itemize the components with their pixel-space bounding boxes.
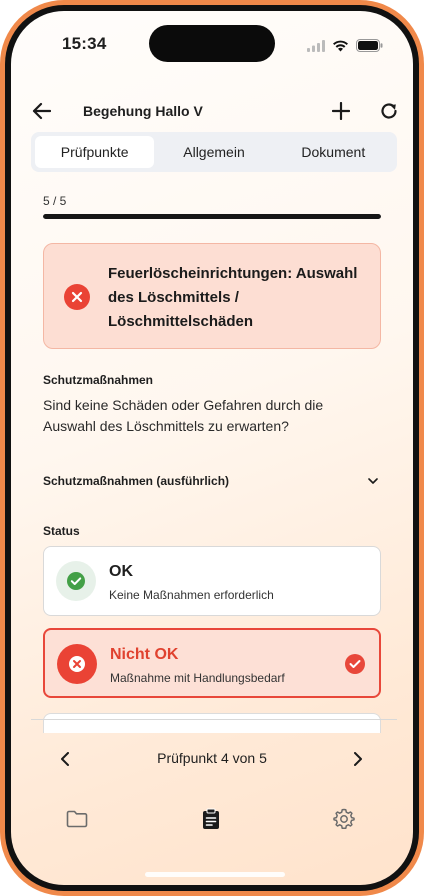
progress-label: 5 / 5 [43, 194, 67, 208]
not-ok-x-circle-icon [57, 644, 97, 684]
next-button[interactable] [348, 749, 368, 769]
refresh-button[interactable] [377, 99, 401, 123]
bottom-navigation [11, 805, 413, 835]
divider [31, 719, 397, 720]
plus-icon [332, 102, 350, 120]
wifi-icon [332, 39, 349, 57]
status-time: 15:34 [62, 34, 107, 53]
nav-settings[interactable] [330, 805, 358, 833]
tab-allgemein[interactable]: Allgemein [154, 136, 273, 168]
ok-check-circle-icon [56, 561, 96, 601]
nav-checklist[interactable] [197, 805, 225, 833]
error-x-icon [64, 284, 90, 310]
refresh-icon [381, 103, 397, 119]
settings-gear-icon [333, 808, 355, 829]
page-title: Begehung Hallo V [83, 103, 203, 119]
chevron-right-icon [354, 752, 362, 766]
measures-detail-expander[interactable]: Schutzmaßnahmen (ausführlich) [43, 469, 381, 493]
add-button[interactable] [329, 99, 353, 123]
option-subtitle: Maßnahme mit Handlungsbedarf [110, 671, 285, 685]
expander-label: Schutzmaßnahmen (ausführlich) [43, 474, 230, 488]
folder-icon [66, 810, 88, 828]
option-title: Nicht OK [110, 646, 179, 663]
nav-folder[interactable] [63, 805, 91, 833]
selected-check-icon [345, 654, 365, 674]
option-subtitle: Keine Maßnahmen erforderlich [109, 588, 274, 602]
chevron-down-icon [365, 473, 381, 489]
next-option-peek [43, 713, 381, 733]
tab-pruefpunkte[interactable]: Prüfpunkte [35, 136, 155, 168]
checkpoint-question: Sind keine Schäden oder Gefahren durch d… [43, 397, 324, 434]
dynamic-island [149, 25, 275, 62]
status-label: Status [43, 524, 80, 538]
checkpoint-pager: Prüfpunkt 4 von 5 [11, 741, 413, 777]
option-title: OK [109, 563, 133, 580]
status-icons [307, 39, 383, 57]
back-arrow-icon [32, 102, 51, 120]
status-bar: 15:34 [11, 11, 413, 81]
app-bar: Begehung Hallo V [11, 89, 413, 133]
battery-icon [356, 39, 383, 57]
progress-fill [43, 214, 381, 219]
tab-bar: Prüfpunkte Allgemein Dokument [31, 132, 397, 172]
status-option-ok[interactable]: OK Keine Maßnahmen erforderlich [43, 546, 381, 616]
screen: 15:34 Begehung Hallo V Prüfpunkte Allgem… [11, 11, 413, 885]
checkpoint-header-card: Feuerlöscheinrichtungen: Auswahl des Lös… [43, 243, 381, 349]
tab-dokument[interactable]: Dokument [274, 136, 393, 168]
phone-frame: 15:34 Begehung Hallo V Prüfpunkte Allgem… [0, 0, 424, 896]
signal-icon [307, 39, 325, 57]
measures-label: Schutzmaßnahmen [43, 373, 154, 387]
home-indicator [145, 872, 285, 877]
checkpoint-title: Feuerlöscheinrichtungen: Auswahl des Lös… [108, 265, 358, 330]
status-option-not-ok[interactable]: Nicht OK Maßnahme mit Handlungsbedarf [43, 628, 381, 698]
progress-bar [43, 214, 381, 219]
phone-bezel: 15:34 Begehung Hallo V Prüfpunkte Allgem… [5, 5, 419, 891]
back-button[interactable] [29, 99, 53, 123]
clipboard-icon [203, 808, 219, 829]
